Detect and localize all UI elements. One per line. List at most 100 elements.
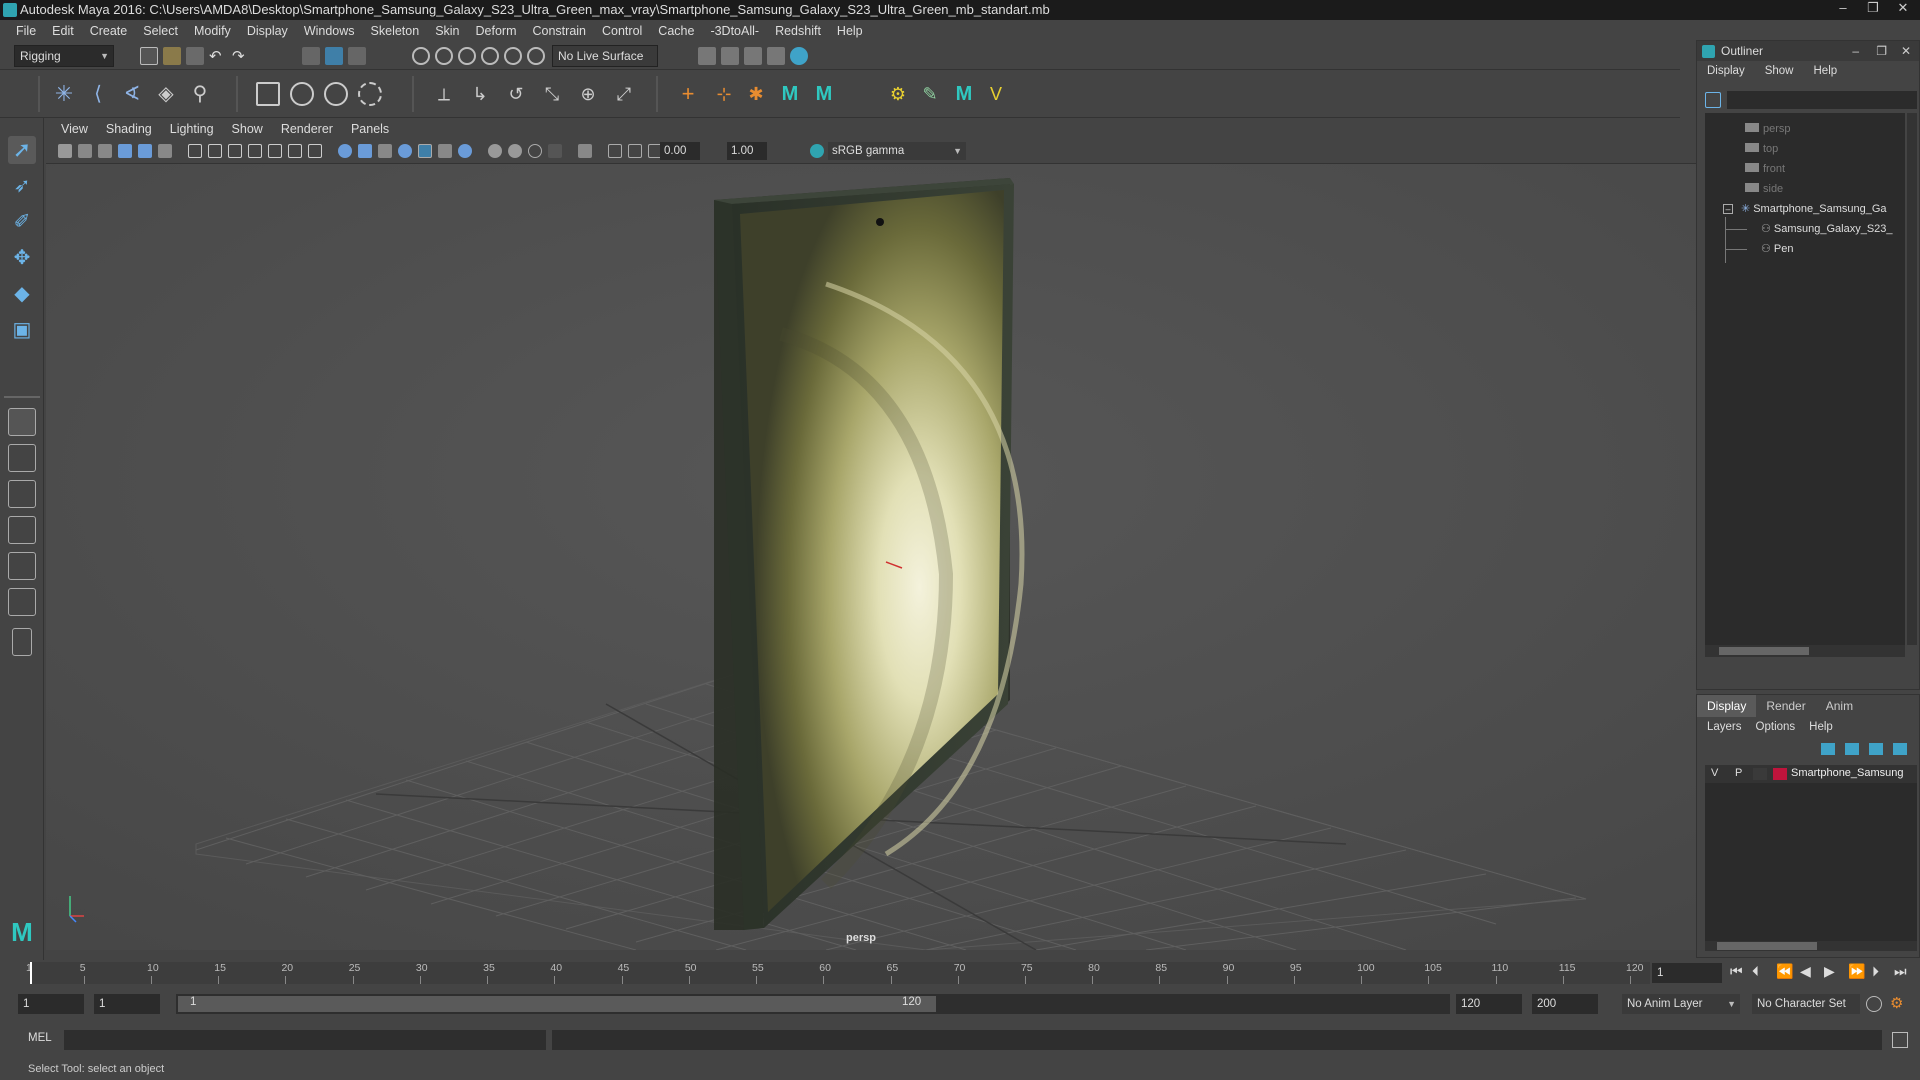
layer-type-toggle[interactable] — [1753, 768, 1767, 780]
grid-toggle-icon[interactable] — [188, 144, 202, 158]
layer-visibility-toggle[interactable]: V — [1711, 767, 1718, 779]
minimize-icon[interactable]: – — [1852, 41, 1859, 61]
field-chart-icon[interactable] — [268, 144, 282, 158]
play-backward-icon[interactable]: ◀ — [1800, 963, 1811, 980]
move-tool-icon[interactable]: ✥ — [8, 244, 36, 272]
xray-joints-icon[interactable] — [608, 144, 622, 158]
rotate-tool-icon[interactable]: ◆ — [8, 280, 36, 308]
panel-menu-panels[interactable]: Panels — [342, 122, 398, 136]
humanik-character-icon[interactable]: M — [812, 82, 836, 106]
maximize-icon[interactable]: ❐ — [1876, 41, 1887, 61]
safe-action-icon[interactable] — [288, 144, 302, 158]
time-slider[interactable]: 1 5 10 15 20 25 30 35 40 45 50 55 60 65 70 75 80 85 90 95 10… — [26, 962, 1650, 984]
undo-icon[interactable]: ↶ — [209, 47, 227, 65]
auto-key-icon[interactable] — [1866, 996, 1882, 1012]
wrap-deformer-icon[interactable] — [324, 82, 348, 106]
wireframe-icon[interactable] — [338, 144, 352, 158]
scale-tool-icon[interactable]: ▣ — [8, 316, 36, 344]
anim-layer-dropdown[interactable]: No Anim Layer ▼ — [1622, 994, 1740, 1014]
outliner-item-persp[interactable]: persp — [1745, 121, 1791, 137]
layer-menu-help[interactable]: Help — [1809, 721, 1833, 733]
persp-graph-icon[interactable] — [8, 552, 36, 580]
outliner-item-side[interactable]: side — [1745, 181, 1783, 197]
outliner-item-pen[interactable]: ⚇ Pen — [1761, 241, 1793, 257]
aim-constraint-icon[interactable]: ⊕ — [576, 82, 600, 106]
ik-handle-icon[interactable]: ⟨ — [86, 82, 110, 106]
new-empty-layer-icon[interactable] — [1869, 743, 1883, 755]
color-management-icon[interactable] — [810, 144, 824, 158]
tab-display[interactable]: Display — [1697, 695, 1757, 717]
sculpt-deformer-icon[interactable] — [358, 82, 382, 106]
hypershade-icon[interactable] — [790, 47, 808, 65]
quick-rig-icon[interactable]: M — [952, 82, 976, 106]
image-plane-icon[interactable] — [118, 144, 132, 158]
orient-constraint-icon[interactable]: ↺ — [504, 82, 528, 106]
perspective-viewport[interactable]: persp — [46, 164, 1696, 950]
snap-view-plane-icon[interactable] — [481, 47, 499, 65]
step-back-key-icon[interactable]: ⏪ — [1776, 963, 1793, 980]
menu-skeleton[interactable]: Skeleton — [363, 20, 428, 42]
screen-space-ao-icon[interactable] — [488, 144, 502, 158]
xray-active-icon[interactable] — [628, 144, 642, 158]
panel-menu-view[interactable]: View — [52, 122, 97, 136]
lasso-tool-icon[interactable]: ➶ — [8, 172, 36, 200]
menu-constrain[interactable]: Constrain — [525, 20, 595, 42]
side-by-side-icon[interactable] — [8, 480, 36, 508]
animation-end-field[interactable]: 200 — [1532, 994, 1598, 1014]
menu-create[interactable]: Create — [82, 20, 136, 42]
bookmark-icon[interactable] — [98, 144, 112, 158]
paint-select-icon[interactable]: ✐ — [8, 208, 36, 236]
playback-start-field[interactable]: 1 — [94, 994, 160, 1014]
film-gate-icon[interactable] — [208, 144, 222, 158]
resolution-gate-icon[interactable] — [228, 144, 242, 158]
view-transform-dropdown[interactable]: sRGB gamma ▼ — [828, 142, 966, 160]
select-tool-icon[interactable]: ➚ — [8, 136, 36, 164]
snap-point-icon[interactable] — [458, 47, 476, 65]
new-scene-icon[interactable] — [140, 47, 158, 65]
joint-tool-icon[interactable]: ✳ — [52, 82, 76, 106]
parent-constraint-icon[interactable]: ⟂ — [432, 82, 456, 106]
render-frame-icon[interactable] — [721, 47, 739, 65]
snap-live-icon[interactable] — [504, 47, 522, 65]
character-set-dropdown[interactable]: No Character Set — [1752, 994, 1860, 1014]
animation-start-field[interactable]: 1 — [18, 994, 84, 1014]
layer-color-swatch[interactable] — [1773, 768, 1787, 780]
playback-end-field[interactable]: 120 — [1456, 994, 1522, 1014]
paint-weights-icon[interactable]: ⚲ — [188, 82, 212, 106]
menu-control[interactable]: Control — [594, 20, 650, 42]
outliner-menu-show[interactable]: Show — [1765, 65, 1794, 77]
go-to-end-icon[interactable]: ⏭ — [1894, 963, 1907, 980]
menu-set-dropdown[interactable]: Rigging ▼ — [14, 45, 114, 67]
layer-row[interactable]: V P Smartphone_Samsung — [1705, 765, 1917, 783]
wireframe-on-shaded-icon[interactable] — [378, 144, 392, 158]
mel-command-input[interactable] — [64, 1030, 546, 1050]
select-by-object-icon[interactable] — [325, 47, 343, 65]
save-scene-icon[interactable] — [186, 47, 204, 65]
gate-mask-icon[interactable] — [248, 144, 262, 158]
hypershade-layout-icon[interactable] — [8, 588, 36, 616]
preferences-icon[interactable]: ⚙ — [1890, 996, 1906, 1012]
pole-vector-icon[interactable]: ⤢ — [612, 82, 636, 106]
mirror-joint-icon[interactable]: V — [984, 82, 1008, 106]
menu-3dtoall[interactable]: -3DtoAll- — [702, 20, 767, 42]
menu-display[interactable]: Display — [239, 20, 296, 42]
panel-menu-show[interactable]: Show — [223, 122, 272, 136]
outliner-menu-help[interactable]: Help — [1814, 65, 1838, 77]
menu-help[interactable]: Help — [829, 20, 871, 42]
outliner-item-top[interactable]: top — [1745, 141, 1778, 157]
current-time-indicator[interactable] — [30, 962, 32, 984]
cluster-icon[interactable] — [290, 82, 314, 106]
range-slider-handle[interactable] — [178, 996, 936, 1012]
depth-of-field-icon[interactable] — [548, 144, 562, 158]
mel-label[interactable]: MEL — [28, 1032, 52, 1044]
tab-render[interactable]: Render — [1756, 695, 1815, 717]
paint-skin-icon[interactable]: ✎ — [918, 82, 942, 106]
outliner-item-smartphone-group[interactable]: – ✳ Smartphone_Samsung_Ga — [1723, 201, 1905, 217]
outliner-scrollbar-v[interactable] — [1907, 113, 1917, 645]
outliner-item-front[interactable]: front — [1745, 161, 1785, 177]
single-view-icon[interactable] — [8, 408, 36, 436]
minimize-button[interactable]: – — [1830, 0, 1856, 16]
redo-icon[interactable]: ↷ — [232, 47, 250, 65]
use-all-lights-icon[interactable] — [418, 144, 432, 158]
menu-cache[interactable]: Cache — [650, 20, 702, 42]
